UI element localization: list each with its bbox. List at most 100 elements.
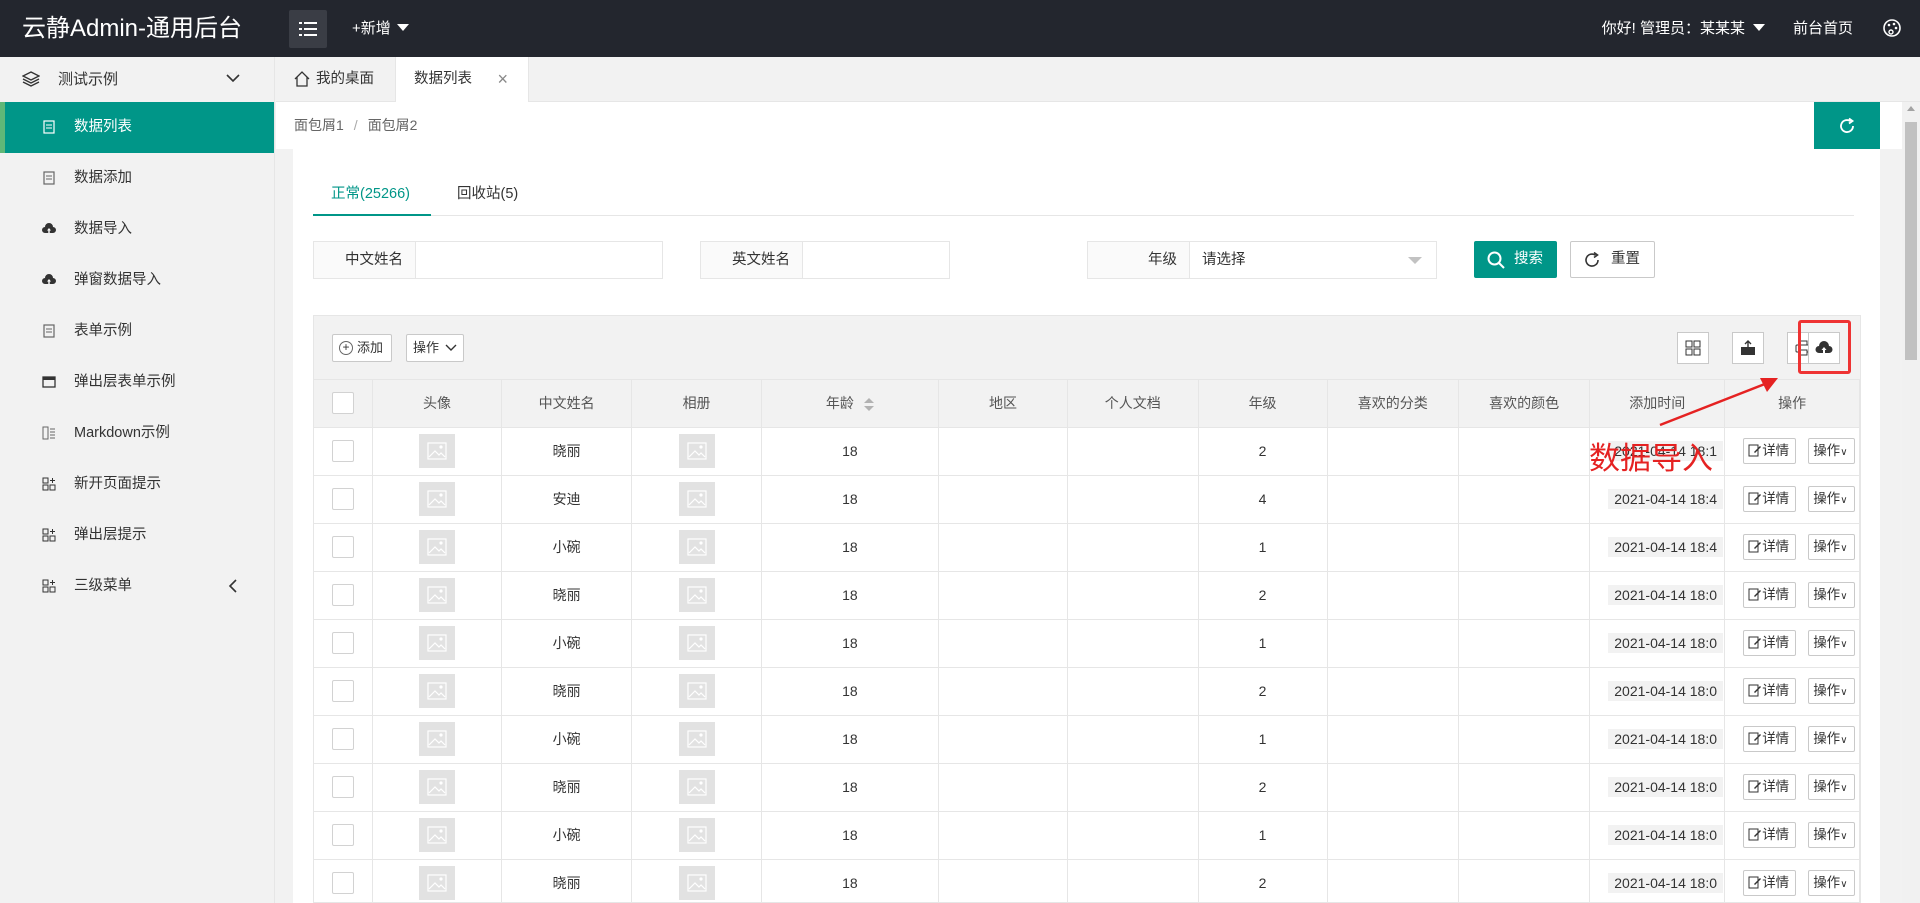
detail-button[interactable]: 详情 <box>1743 486 1797 512</box>
sidebar-group-test-examples[interactable]: 测试示例 <box>0 57 274 102</box>
avatar-image-icon[interactable] <box>419 530 456 564</box>
batch-operation-dropdown[interactable]: 操作 <box>406 334 465 362</box>
table-row[interactable]: 小碗 18 1 2021-04-14 18:0 详情 操作∨ <box>314 811 1860 860</box>
column-filter-button[interactable] <box>1677 332 1709 364</box>
sidebar-item-data-list[interactable]: 数据列表 <box>0 102 274 153</box>
row-checkbox[interactable] <box>332 584 355 606</box>
detail-button[interactable]: 详情 <box>1743 438 1797 464</box>
reset-button[interactable]: 重置 <box>1570 241 1655 278</box>
detail-button[interactable]: 详情 <box>1743 630 1797 656</box>
album-image-icon[interactable] <box>678 770 715 804</box>
tab-normal[interactable]: 正常(25266) <box>313 174 431 216</box>
row-operation-dropdown[interactable]: 操作∨ <box>1808 870 1855 896</box>
column-header-age[interactable]: 年龄 <box>761 380 940 428</box>
table-row[interactable]: 晓丽 18 2 2021-04-14 18:0 详情 操作∨ <box>314 571 1860 620</box>
sort-icon[interactable] <box>863 397 874 412</box>
detail-button[interactable]: 详情 <box>1743 678 1797 704</box>
table-row[interactable]: 小碗 18 1 2021-04-14 18:0 详情 操作∨ <box>314 715 1860 764</box>
cn-name-input[interactable] <box>416 242 662 278</box>
row-operation-dropdown[interactable]: 操作∨ <box>1808 630 1855 656</box>
sidebar-item-three-level-menu[interactable]: 三级菜单 <box>0 561 274 612</box>
row-checkbox[interactable] <box>332 632 355 654</box>
album-image-icon[interactable] <box>678 674 715 708</box>
detail-button[interactable]: 详情 <box>1743 870 1797 896</box>
avatar-image-icon[interactable] <box>419 722 456 756</box>
detail-button[interactable]: 详情 <box>1743 726 1797 752</box>
avatar-image-icon[interactable] <box>419 770 456 804</box>
table-row[interactable]: 小碗 18 1 2021-04-14 18:0 详情 操作∨ <box>314 619 1860 668</box>
avatar-image-icon[interactable] <box>419 674 456 708</box>
row-checkbox[interactable] <box>332 536 355 558</box>
row-operation-dropdown[interactable]: 操作∨ <box>1808 438 1855 464</box>
row-operation-dropdown[interactable]: 操作∨ <box>1808 486 1855 512</box>
sidebar-item-form-example[interactable]: 表单示例 <box>0 306 274 357</box>
sidebar-item-data-add[interactable]: 数据添加 <box>0 153 274 204</box>
row-checkbox[interactable] <box>332 728 355 750</box>
menu-toggle-button[interactable] <box>289 10 327 48</box>
add-new-menu[interactable]: +新增 <box>352 0 409 57</box>
sidebar-item-popup-form-example[interactable]: 弹出层表单示例 <box>0 357 274 408</box>
row-checkbox[interactable] <box>332 440 355 462</box>
album-image-icon[interactable] <box>678 626 715 660</box>
table-row[interactable]: 晓丽 18 2 2021-04-14 18:0 详情 操作∨ <box>314 667 1860 716</box>
avatar-image-icon[interactable] <box>419 626 456 660</box>
table-row[interactable]: 晓丽 18 2 2021-04-14 18:0 详情 操作∨ <box>314 763 1860 812</box>
detail-button[interactable]: 详情 <box>1743 774 1797 800</box>
album-image-icon[interactable] <box>678 578 715 612</box>
app-logo[interactable]: 云静Admin-通用后台 <box>22 0 242 57</box>
album-image-icon[interactable] <box>678 722 715 756</box>
export-button[interactable] <box>1732 332 1764 364</box>
table-row[interactable]: 小碗 18 1 2021-04-14 18:4 详情 操作∨ <box>314 523 1860 572</box>
row-operation-dropdown[interactable]: 操作∨ <box>1808 822 1855 848</box>
palette-icon[interactable] <box>1882 18 1902 38</box>
album-image-icon[interactable] <box>678 818 715 852</box>
front-home-link[interactable]: 前台首页 <box>1793 0 1853 57</box>
avatar-image-icon[interactable] <box>419 482 456 516</box>
row-checkbox[interactable] <box>332 776 355 798</box>
tab-recycle-bin[interactable]: 回收站(5) <box>439 174 536 216</box>
album-image-icon[interactable] <box>678 530 715 564</box>
scrollbar-thumb[interactable] <box>1905 122 1917 360</box>
en-name-input[interactable] <box>803 242 949 278</box>
row-operation-dropdown[interactable]: 操作∨ <box>1808 678 1855 704</box>
row-operation-dropdown[interactable]: 操作∨ <box>1808 726 1855 752</box>
sidebar-item-new-page-tip[interactable]: 新开页面提示 <box>0 459 274 510</box>
breadcrumb-item[interactable]: 面包屑2 <box>368 117 418 133</box>
search-button[interactable]: 搜索 <box>1474 241 1557 278</box>
tab-my-desktop[interactable]: 我的桌面 <box>276 57 394 102</box>
album-image-icon[interactable] <box>678 434 715 468</box>
refresh-button[interactable] <box>1814 102 1880 149</box>
row-operation-dropdown[interactable]: 操作∨ <box>1808 534 1855 560</box>
select-all-checkbox[interactable] <box>332 392 355 415</box>
user-menu[interactable]: 你好! 管理员：某某某 <box>1602 0 1765 57</box>
breadcrumb-item[interactable]: 面包屑1 <box>294 117 344 133</box>
row-checkbox[interactable] <box>332 824 355 846</box>
avatar-image-icon[interactable] <box>419 866 456 900</box>
grade-select[interactable]: 请选择 <box>1190 242 1436 278</box>
table-row[interactable]: 安迪 18 4 2021-04-14 18:4 详情 操作∨ <box>314 475 1860 524</box>
row-operation-dropdown[interactable]: 操作∨ <box>1808 774 1855 800</box>
table-row[interactable]: 晓丽 18 2 2021-04-14 18:0 详情 操作∨ <box>314 859 1860 902</box>
fav-color-cell <box>1458 475 1591 524</box>
avatar-image-icon[interactable] <box>419 818 456 852</box>
sidebar-item-data-import[interactable]: 数据导入 <box>0 204 274 255</box>
sidebar-item-markdown-example[interactable]: Markdown示例 <box>0 408 274 459</box>
row-checkbox[interactable] <box>332 872 355 894</box>
detail-button[interactable]: 详情 <box>1743 822 1797 848</box>
avatar-image-icon[interactable] <box>419 434 456 468</box>
album-image-icon[interactable] <box>678 866 715 900</box>
add-button[interactable]: + 添加 <box>332 334 393 362</box>
detail-button[interactable]: 详情 <box>1743 582 1797 608</box>
sidebar-item-popup-tip[interactable]: 弹出层提示 <box>0 510 274 561</box>
row-checkbox[interactable] <box>332 680 355 702</box>
tab-data-list[interactable]: 数据列表 × <box>395 57 529 102</box>
album-image-icon[interactable] <box>678 482 715 516</box>
close-icon[interactable]: × <box>497 57 508 102</box>
detail-button[interactable]: 详情 <box>1743 534 1797 560</box>
row-checkbox[interactable] <box>332 488 355 510</box>
page-scrollbar[interactable] <box>1902 102 1920 903</box>
avatar-image-icon[interactable] <box>419 578 456 612</box>
scroll-up-icon[interactable] <box>1907 106 1915 111</box>
row-operation-dropdown[interactable]: 操作∨ <box>1808 582 1855 608</box>
sidebar-item-popup-data-import[interactable]: 弹窗数据导入 <box>0 255 274 306</box>
